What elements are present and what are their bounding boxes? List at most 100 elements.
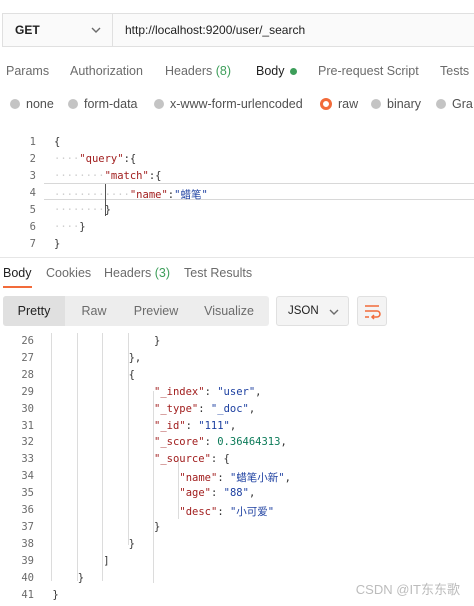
json-key: "name" (179, 472, 218, 485)
format-label: JSON (288, 305, 319, 317)
code-line: } (78, 572, 84, 584)
pane-divider[interactable] (0, 257, 474, 258)
json-punctuation: } (154, 520, 161, 533)
line-number: 31 (21, 419, 34, 432)
json-punctuation: : { (210, 453, 230, 466)
code-line: "_index": "user", (154, 386, 262, 398)
json-punctuation: : (204, 436, 218, 449)
json-punctuation: , (280, 436, 287, 449)
json-string: "蜡笔小新" (229, 472, 285, 485)
radio-form-data[interactable]: form-data (68, 97, 138, 111)
code-line: ············"name":"蜡笔" (54, 187, 208, 202)
radio-circle-icon (10, 99, 20, 109)
radio-none[interactable]: none (10, 97, 54, 111)
radio-circle-icon (154, 99, 164, 109)
json-key: "desc" (179, 506, 218, 518)
format-select[interactable]: JSON (276, 296, 349, 326)
json-punctuation: } (128, 537, 135, 550)
radio-graphql[interactable]: Gra (436, 97, 473, 111)
view-raw-button[interactable]: Raw (65, 296, 123, 326)
code-line: "_id": "111", (154, 420, 236, 432)
json-punctuation: } (77, 571, 85, 584)
indent-guide: ···· (54, 153, 80, 165)
response-body-viewer[interactable]: 26} 27}, 28{29 "_index": "user", 30 "_type": … (0, 333, 474, 606)
response-tab-cookies[interactable]: Cookies (46, 266, 91, 280)
line-number: 29 (21, 385, 34, 398)
json-punctuation: { (54, 136, 61, 148)
json-key: "name" (129, 189, 168, 201)
json-key: "match" (104, 170, 149, 182)
json-punctuation: :{ (148, 170, 162, 182)
json-punctuation: } (104, 204, 111, 216)
tab-headers[interactable]: Headers (8) (165, 64, 231, 78)
indent-guide-line (51, 333, 53, 581)
json-key: "_id" (154, 419, 186, 432)
wrap-lines-button[interactable] (357, 296, 387, 326)
tab-headers-label: Headers (165, 64, 213, 78)
view-mode-group: Pretty Raw Preview Visualize (3, 296, 269, 326)
tab-authorization[interactable]: Authorization (70, 64, 143, 78)
json-string: "小可爱" (229, 506, 275, 518)
response-tab-test-results[interactable]: Test Results (184, 266, 252, 280)
line-number: 1 (29, 136, 36, 148)
request-body-editor[interactable]: 1{2 ····"query":{3 ········"match":{4 ·····… (0, 131, 474, 253)
json-punctuation: :{ (123, 153, 137, 165)
json-punctuation: , (248, 487, 256, 500)
radio-label: form-data (84, 97, 138, 111)
tab-pre-request-script[interactable]: Pre-request Script (318, 64, 419, 78)
view-preview-button[interactable]: Preview (123, 296, 189, 326)
radio-raw[interactable]: raw (320, 97, 358, 111)
json-key: "age" (179, 487, 211, 500)
line-number: 30 (21, 402, 34, 415)
json-punctuation: } (52, 588, 59, 601)
json-punctuation: : (217, 506, 230, 518)
code-line: } (154, 521, 160, 533)
json-punctuation: , (284, 472, 291, 485)
line-number: 2 (29, 153, 36, 165)
tab-body[interactable]: Body (256, 64, 297, 78)
line-number: 3 (29, 170, 36, 182)
tab-body-label: Body (256, 64, 285, 78)
code-line: ····"query":{ (54, 153, 136, 165)
method-select[interactable]: GET (2, 13, 112, 47)
response-tab-headers-label: Headers (104, 266, 152, 280)
line-number: 27 (21, 351, 34, 364)
response-tab-headers-count: (3) (154, 266, 171, 280)
json-punctuation: , (255, 385, 262, 398)
active-tab-indicator (3, 286, 32, 288)
code-line: } (154, 335, 160, 347)
indent-guide: ········ (54, 204, 105, 216)
radio-x-www-form-urlencoded[interactable]: x-www-form-urlencoded (154, 97, 303, 111)
view-visualize-button[interactable]: Visualize (189, 296, 269, 326)
line-number: 38 (21, 537, 34, 550)
line-number: 41 (21, 588, 34, 601)
view-pretty-button[interactable]: Pretty (3, 296, 65, 326)
response-tab-headers[interactable]: Headers (3) (104, 266, 170, 280)
chevron-down-icon (329, 309, 339, 315)
radio-selected-icon (320, 98, 332, 110)
tab-tests[interactable]: Tests (440, 64, 469, 78)
method-label: GET (15, 23, 40, 37)
json-punctuation: } (79, 221, 86, 233)
code-line: "_score": 0.36464313, (154, 436, 287, 448)
code-line: { (129, 369, 135, 381)
json-key: "_source" (154, 453, 211, 466)
code-line: } (52, 589, 58, 601)
code-line: "_type": "_doc", (154, 403, 255, 415)
line-number: 35 (21, 487, 34, 500)
url-input[interactable]: http://localhost:9200/user/_search (112, 13, 474, 47)
json-punctuation: , (229, 419, 237, 432)
json-punctuation: } (54, 238, 61, 250)
code-line: ] (103, 555, 109, 567)
indent-guide-line (127, 333, 129, 545)
indent-guide-line (76, 333, 78, 581)
line-number: 28 (21, 368, 34, 381)
response-tab-body[interactable]: Body (3, 266, 32, 280)
line-number: 33 (21, 453, 34, 466)
request-tabs: Params Authorization Headers (8) Body Pr… (0, 60, 474, 84)
code-line: } (54, 238, 60, 250)
tab-params[interactable]: Params (6, 64, 49, 78)
code-line: "name": "蜡笔小新", (179, 470, 291, 485)
radio-binary[interactable]: binary (371, 97, 421, 111)
radio-circle-icon (371, 99, 381, 109)
